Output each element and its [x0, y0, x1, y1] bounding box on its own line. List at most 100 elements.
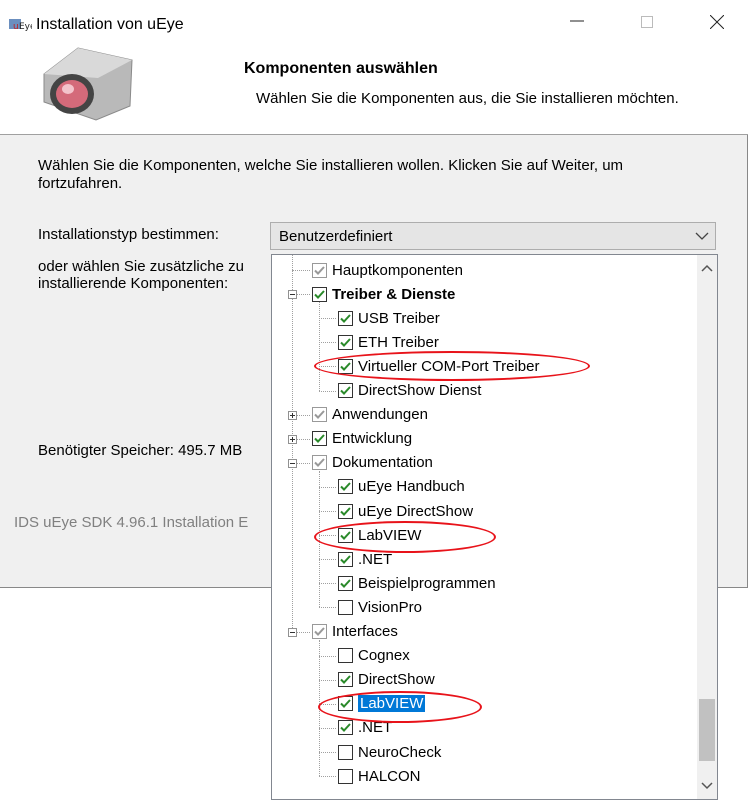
tree-line: [319, 752, 336, 754]
checkmark-icon: [340, 386, 351, 395]
checkmark-icon: [340, 314, 351, 323]
scroll-up-icon[interactable]: [699, 261, 715, 277]
tree-item[interactable]: LabVIEW: [338, 692, 426, 716]
checkmark-icon: [340, 555, 351, 564]
checkbox[interactable]: [338, 383, 353, 398]
tree-item-label: ETH Treiber: [358, 333, 439, 351]
checkbox[interactable]: [338, 744, 353, 760]
checkmark-icon: [314, 627, 325, 636]
svg-text:Eye: Eye: [19, 22, 32, 32]
tree-item[interactable]: DirectShow Dienst: [338, 379, 481, 403]
tree-item-label: Anwendungen: [332, 406, 428, 424]
tree-line: [319, 607, 336, 609]
tree-item[interactable]: Interfaces: [312, 620, 398, 644]
tree-item[interactable]: Anwendungen: [312, 403, 428, 427]
scrollbar-thumb[interactable]: [699, 699, 715, 761]
install-type-dropdown[interactable]: Benutzerdefiniert: [270, 222, 716, 250]
collapse-icon[interactable]: [288, 458, 297, 468]
scroll-down-icon[interactable]: [699, 777, 715, 793]
checkbox[interactable]: [312, 286, 327, 302]
checkbox[interactable]: [338, 648, 353, 664]
checkbox[interactable]: [312, 407, 327, 423]
tree-item-label: LabVIEW: [358, 695, 426, 713]
tree-item[interactable]: Entwicklung: [312, 427, 412, 451]
tree-item-label: Cognex: [358, 647, 410, 665]
checkbox[interactable]: [338, 527, 353, 543]
tree-item[interactable]: Hauptkomponenten: [312, 258, 463, 282]
checkbox[interactable]: [338, 334, 353, 350]
checkmark-icon: [340, 675, 351, 685]
checkbox[interactable]: [338, 358, 353, 374]
expand-icon[interactable]: [288, 410, 297, 420]
checkmark-icon: [340, 723, 351, 733]
tree-item[interactable]: .NET: [338, 547, 392, 571]
checkbox[interactable]: [338, 720, 353, 736]
space-required-text: Benötigter Speicher: 495.7 MB: [38, 442, 243, 459]
checkbox[interactable]: [312, 431, 327, 447]
tree-line: [319, 535, 336, 537]
tree-item-label: Entwicklung: [332, 430, 413, 448]
tree-line: [292, 270, 310, 272]
tree-item-label: HALCON: [358, 767, 421, 785]
tree-item[interactable]: Cognex: [338, 644, 410, 668]
tree-line: [319, 486, 336, 488]
branding-text: IDS uEye SDK 4.96.1 Installation E: [14, 514, 249, 531]
tree-item-label: DirectShow Dienst: [358, 382, 482, 399]
tree-scrollbar[interactable]: [697, 255, 717, 799]
checkmark-icon: [340, 579, 351, 588]
collapse-icon[interactable]: [288, 627, 297, 637]
checkbox[interactable]: [312, 455, 327, 471]
checkbox[interactable]: [338, 575, 353, 591]
checkmark-icon: [340, 699, 351, 709]
checkmark-icon: [340, 530, 351, 540]
checkmark-icon: [314, 458, 325, 468]
tree-item[interactable]: HALCON: [338, 764, 421, 788]
maximize-button[interactable]: [624, 0, 670, 44]
tree-item[interactable]: Virtueller COM-Port Treiber: [338, 354, 539, 378]
tree-item[interactable]: Treiber & Dienste: [312, 282, 455, 306]
tree-item[interactable]: USB Treiber: [338, 306, 440, 330]
tree-line: [319, 470, 320, 608]
tree-item[interactable]: uEye DirectShow: [338, 499, 473, 523]
components-tree[interactable]: Hauptkomponenten Treiber & Dienste USB Tre…: [271, 254, 718, 800]
checkbox[interactable]: [338, 310, 353, 326]
tree-item[interactable]: NeuroCheck: [338, 740, 441, 764]
checkbox[interactable]: [338, 672, 353, 688]
tree-item-label: VisionPro: [358, 598, 422, 616]
tree-item[interactable]: LabVIEW: [338, 523, 421, 547]
tree-line: [319, 318, 336, 320]
close-icon: [709, 14, 725, 30]
tree-item-label: USB Treiber: [358, 309, 440, 327]
tree-line: [319, 511, 336, 513]
checkmark-icon: [314, 434, 325, 444]
tree-item[interactable]: DirectShow: [338, 668, 435, 692]
checkbox[interactable]: [312, 624, 327, 639]
tree-item[interactable]: .NET: [338, 716, 392, 740]
tree-item-label: DirectShow: [358, 671, 435, 689]
checkbox[interactable]: [338, 551, 353, 567]
checkbox[interactable]: [338, 503, 353, 519]
checkmark-icon: [340, 362, 351, 371]
tree-item[interactable]: Beispielprogrammen: [338, 571, 496, 595]
tree-item-label: Virtueller COM-Port Treiber: [358, 357, 540, 375]
maximize-icon: [641, 16, 653, 28]
expand-icon[interactable]: [288, 434, 297, 444]
close-button[interactable]: [694, 0, 740, 44]
tree-item[interactable]: Dokumentation: [312, 451, 433, 475]
svg-text:u: u: [13, 22, 19, 32]
tree-item[interactable]: ETH Treiber: [338, 330, 439, 354]
checkbox[interactable]: [312, 262, 327, 278]
checkbox[interactable]: [338, 599, 353, 615]
window-title: Installation von uEye: [36, 16, 184, 33]
tree-item[interactable]: uEye Handbuch: [338, 475, 465, 499]
tree-line: [319, 703, 336, 705]
tree-item[interactable]: VisionPro: [338, 595, 422, 619]
checkbox[interactable]: [338, 768, 353, 784]
tree-item-label: .NET: [358, 719, 393, 737]
tree-item-label: uEye DirectShow: [358, 502, 474, 520]
minimize-button[interactable]: [554, 0, 600, 44]
checkbox[interactable]: [338, 479, 353, 495]
checkbox[interactable]: [338, 696, 353, 712]
collapse-icon[interactable]: [288, 290, 297, 300]
tree-line: [319, 679, 336, 681]
